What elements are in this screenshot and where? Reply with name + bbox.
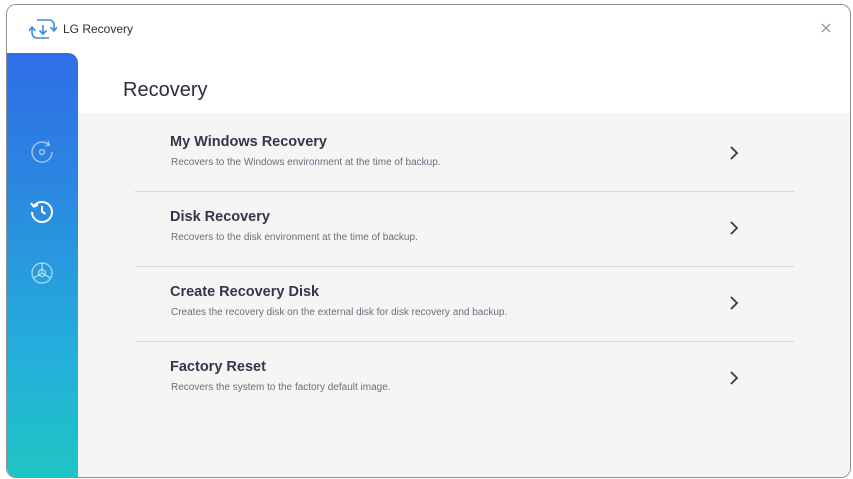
- item-title: Factory Reset: [170, 359, 266, 375]
- chevron-right-icon: [730, 296, 739, 310]
- chevron-right-icon: [730, 221, 739, 235]
- page-title: Recovery: [123, 79, 208, 101]
- disc-backup-icon[interactable]: [29, 139, 55, 165]
- item-title: My Windows Recovery: [170, 134, 327, 150]
- close-icon: [821, 23, 831, 33]
- item-title: Disk Recovery: [170, 209, 270, 225]
- list-item-create-recovery-disk[interactable]: Create Recovery Disk Creates the recover…: [135, 267, 794, 342]
- item-description: Recovers the system to the factory defau…: [171, 382, 391, 393]
- close-button[interactable]: [816, 18, 836, 38]
- item-description: Recovers to the disk environment at the …: [171, 232, 418, 243]
- pie-chart-icon[interactable]: [29, 260, 55, 286]
- app-title: LG Recovery: [63, 22, 134, 36]
- sidebar: [7, 53, 78, 477]
- app-window: LG Recovery Recovery My Windows Recovery…: [6, 4, 851, 478]
- list-item-factory-reset[interactable]: Factory Reset Recovers the system to the…: [135, 342, 794, 416]
- chevron-right-icon: [730, 146, 739, 160]
- history-clock-icon[interactable]: [29, 198, 55, 224]
- title-bar: LG Recovery: [7, 5, 850, 53]
- list-item-disk-recovery[interactable]: Disk Recovery Recovers to the disk envir…: [135, 192, 794, 267]
- chevron-right-icon: [730, 371, 739, 385]
- main-panel: Recovery My Windows Recovery Recovers to…: [78, 53, 850, 477]
- item-description: Recovers to the Windows environment at t…: [171, 157, 441, 168]
- main-header: Recovery: [78, 53, 850, 113]
- recovery-arrows-icon: [29, 19, 57, 39]
- list-item-my-windows-recovery[interactable]: My Windows Recovery Recovers to the Wind…: [135, 117, 794, 192]
- item-description: Creates the recovery disk on the externa…: [171, 307, 508, 318]
- item-title: Create Recovery Disk: [170, 284, 320, 300]
- recovery-options-list: My Windows Recovery Recovers to the Wind…: [135, 117, 794, 416]
